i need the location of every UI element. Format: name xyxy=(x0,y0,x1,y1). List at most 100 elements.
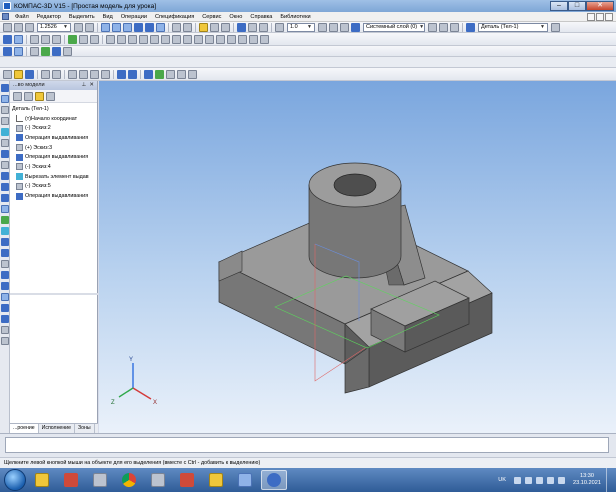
constraint-icon[interactable] xyxy=(238,34,247,44)
mirror-icon[interactable] xyxy=(128,34,137,44)
tree-options-icon[interactable] xyxy=(46,91,55,101)
tree-item[interactable]: (т)Начало координат xyxy=(10,114,97,124)
edit-panel-icon[interactable] xyxy=(1,227,9,235)
menu-libraries[interactable]: Библиотеки xyxy=(276,14,314,20)
line-icon[interactable] xyxy=(41,34,50,44)
start-button[interactable] xyxy=(4,469,26,491)
shaded-edges-icon[interactable] xyxy=(145,22,154,32)
chamfer-icon[interactable] xyxy=(183,34,192,44)
fx-icon[interactable] xyxy=(166,69,175,79)
format-painter-icon[interactable] xyxy=(101,69,110,79)
task-video[interactable] xyxy=(174,470,200,490)
circle-icon[interactable] xyxy=(52,34,61,44)
network-icon[interactable] xyxy=(525,476,532,484)
power-icon[interactable] xyxy=(547,476,554,484)
document-icon[interactable] xyxy=(2,13,9,20)
tree-item[interactable]: Операция выдавливания xyxy=(10,152,97,162)
elements-panel-icon[interactable] xyxy=(1,216,9,224)
print-icon[interactable] xyxy=(41,69,50,79)
detail-icon[interactable] xyxy=(466,22,475,32)
styles-panel-icon[interactable] xyxy=(1,271,9,279)
task-doc[interactable] xyxy=(87,470,113,490)
filter-icon[interactable] xyxy=(172,22,181,32)
cursor-step-select[interactable]: 1.0 ▼ xyxy=(287,22,315,32)
library-icon[interactable] xyxy=(248,22,257,32)
pin-icon[interactable]: ⊥ xyxy=(81,81,86,90)
perspective-icon[interactable] xyxy=(156,22,165,32)
maximize-button[interactable]: □ xyxy=(568,1,586,11)
tab-execution[interactable]: Исполнение xyxy=(39,424,75,433)
tree-root[interactable]: Деталь (Тел-1) xyxy=(10,104,97,114)
tree-item[interactable]: Операция выдавливания xyxy=(10,133,97,143)
task-explorer[interactable] xyxy=(29,470,55,490)
geometry-icon[interactable] xyxy=(1,84,9,92)
task-folder[interactable] xyxy=(203,470,229,490)
tree-item[interactable]: (-) Эскиз:4 xyxy=(10,162,97,172)
menu-specification[interactable]: Спецификация xyxy=(151,14,198,20)
rotate-icon[interactable] xyxy=(74,22,83,32)
volume-icon[interactable] xyxy=(536,476,543,484)
tree-splitter[interactable] xyxy=(10,293,98,295)
wireframe-icon[interactable] xyxy=(112,22,121,32)
zoom-box-icon[interactable] xyxy=(177,69,186,79)
view-orient-icon[interactable] xyxy=(101,22,110,32)
orient-icon[interactable] xyxy=(14,46,23,56)
task-screen[interactable] xyxy=(232,470,258,490)
fillet-icon[interactable] xyxy=(172,34,181,44)
libs-panel-icon[interactable] xyxy=(1,260,9,268)
filters-panel-icon[interactable] xyxy=(1,183,9,191)
language-indicator[interactable]: UK xyxy=(498,477,506,483)
section-icon[interactable] xyxy=(30,46,39,56)
preview-icon[interactable] xyxy=(52,69,61,79)
menu-window[interactable]: Окно xyxy=(225,14,246,20)
library-manager-icon[interactable] xyxy=(155,69,164,79)
operations-icon[interactable] xyxy=(3,34,12,44)
model-manager-icon[interactable] xyxy=(237,22,246,32)
zoom-scale-select[interactable]: 1.2526 ▼ xyxy=(37,22,71,32)
detail-select[interactable]: Деталь (Тел-1) ▼ xyxy=(478,22,548,32)
rib-panel-icon[interactable] xyxy=(1,304,9,312)
tab-zones[interactable]: Зоны xyxy=(75,424,95,433)
trim-icon[interactable] xyxy=(161,34,170,44)
doc-close-button[interactable] xyxy=(605,12,613,21)
flag-icon[interactable] xyxy=(558,476,565,484)
doc-minimize-button[interactable] xyxy=(587,12,595,21)
tree-item[interactable]: Операция выдавливания xyxy=(10,191,97,201)
doc-restore-button[interactable] xyxy=(596,12,604,21)
command-line[interactable] xyxy=(5,437,609,453)
layer-icon[interactable] xyxy=(351,22,360,32)
snap-icon[interactable] xyxy=(183,22,192,32)
tree-structure-icon[interactable] xyxy=(13,91,22,101)
dimension-icon[interactable] xyxy=(90,34,99,44)
text-icon[interactable] xyxy=(63,46,72,56)
model-viewport[interactable]: Y X Z xyxy=(99,81,616,433)
properties-icon[interactable] xyxy=(439,22,448,32)
misc-panel-icon[interactable] xyxy=(1,337,9,345)
sheet-metal-icon[interactable] xyxy=(1,161,9,169)
cut-panel-icon[interactable] xyxy=(1,282,9,290)
menu-service[interactable]: Сервис xyxy=(198,14,225,20)
local-cs-icon[interactable] xyxy=(329,22,338,32)
ortho-icon[interactable] xyxy=(340,22,349,32)
break-icon[interactable] xyxy=(216,34,225,44)
tree-item[interactable]: (-) Эскиз:2 xyxy=(10,123,97,133)
rebuild-icon[interactable] xyxy=(3,46,12,56)
zoom-in-icon[interactable] xyxy=(3,22,12,32)
new-document-icon[interactable] xyxy=(3,69,12,79)
menu-help[interactable]: Справка xyxy=(246,14,276,20)
menu-view[interactable]: Вид xyxy=(99,14,117,20)
task-photos[interactable] xyxy=(145,470,171,490)
thread-panel-icon[interactable] xyxy=(1,315,9,323)
layer-settings-icon[interactable] xyxy=(428,22,437,32)
open-icon[interactable] xyxy=(14,69,23,79)
zoom-out-icon[interactable] xyxy=(25,22,34,32)
tree-item[interactable]: Вырезать элемент выдав xyxy=(10,172,97,182)
layer-select[interactable]: Системный слой (0) ▼ xyxy=(363,22,425,32)
save-icon[interactable] xyxy=(25,69,34,79)
tree-order-icon[interactable] xyxy=(24,91,33,101)
variables-icon[interactable] xyxy=(259,22,268,32)
dimensions-panel-icon[interactable] xyxy=(1,106,9,114)
measure-panel-icon[interactable] xyxy=(1,172,9,180)
parametric-icon[interactable] xyxy=(249,34,258,44)
style-icon[interactable] xyxy=(450,22,459,32)
